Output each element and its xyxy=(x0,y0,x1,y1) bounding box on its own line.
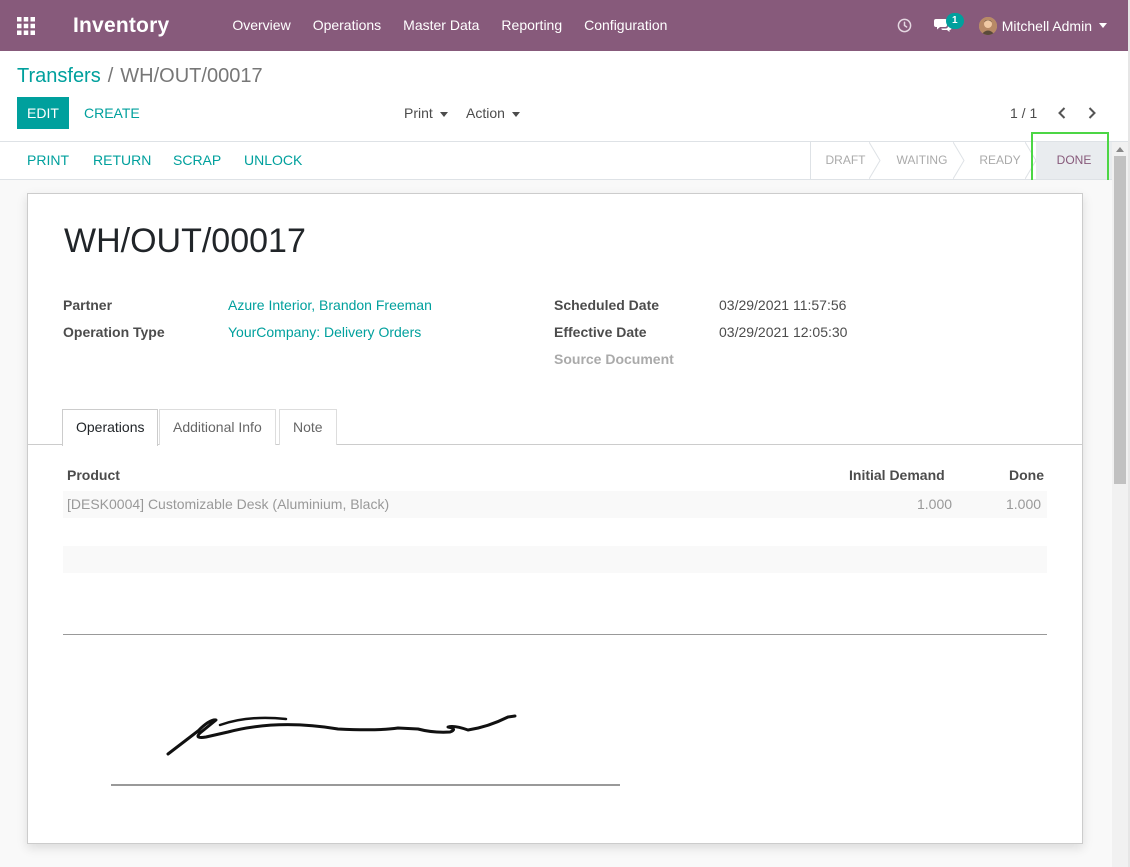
user-caret-icon xyxy=(1099,23,1107,28)
print-caret-icon xyxy=(439,111,448,117)
print-dropdown-label: Print xyxy=(404,105,433,121)
messaging-chat-icon[interactable]: 1 xyxy=(933,0,964,51)
stage-draft-label: DRAFT xyxy=(825,153,866,167)
menu-reporting[interactable]: Reporting xyxy=(490,0,573,51)
edit-button[interactable]: EDIT xyxy=(17,97,69,129)
operations-table-header: Product Initial Demand Done xyxy=(63,459,1047,491)
user-menu[interactable]: Mitchell Admin xyxy=(978,16,1107,35)
form-sheet: WH/OUT/00017 Partner Azure Interior, Bra… xyxy=(27,193,1083,844)
signature-image xyxy=(158,699,518,762)
app-title[interactable]: Inventory xyxy=(73,14,169,38)
source-document-label: Source Document xyxy=(554,351,674,367)
signature-separator xyxy=(63,634,1047,635)
stage-draft[interactable]: DRAFT xyxy=(811,142,881,179)
tab-additional-info[interactable]: Additional Info xyxy=(159,409,276,445)
form-content: WH/OUT/00017 Partner Azure Interior, Bra… xyxy=(0,180,1112,867)
user-avatar xyxy=(978,16,997,35)
user-name: Mitchell Admin xyxy=(1001,17,1092,34)
table-row[interactable]: [DESK0004] Customizable Desk (Aluminium,… xyxy=(63,491,1047,518)
row-done: 1.000 xyxy=(1006,496,1042,512)
effective-date-label: Effective Date xyxy=(554,324,647,340)
breadcrumb-transfers-link[interactable]: Transfers xyxy=(17,65,101,87)
column-initial-demand[interactable]: Initial Demand xyxy=(849,467,945,483)
systray: 1 Mitchell Admin xyxy=(897,0,1128,51)
menu-operations[interactable]: Operations xyxy=(302,0,392,51)
notebook-tabs: Operations Additional Info Note xyxy=(28,409,1083,446)
partner-label: Partner xyxy=(63,297,113,313)
pager-previous-icon[interactable] xyxy=(1052,97,1072,129)
stage-ready[interactable]: READY xyxy=(964,142,1037,179)
menu-configuration[interactable]: Configuration xyxy=(573,0,678,51)
table-empty-row xyxy=(63,546,1047,573)
print-button[interactable]: PRINT xyxy=(27,142,69,179)
operation-type-link[interactable]: YourCompany: Delivery Orders xyxy=(228,324,421,340)
form-statusbar: PRINT RETURN SCRAP UNLOCK DRAFT WAITING … xyxy=(0,142,1112,180)
row-product: [DESK0004] Customizable Desk (Aluminium,… xyxy=(67,496,390,512)
tab-note[interactable]: Note xyxy=(279,409,337,445)
print-dropdown[interactable]: Print xyxy=(404,97,448,129)
action-dropdown-label: Action xyxy=(466,105,505,121)
unlock-button[interactable]: UNLOCK xyxy=(244,142,302,179)
activity-clock-icon[interactable] xyxy=(897,0,912,51)
return-button[interactable]: RETURN xyxy=(93,142,151,179)
menu-overview[interactable]: Overview xyxy=(221,0,301,51)
chat-count-badge: 1 xyxy=(945,13,964,29)
tab-operations[interactable]: Operations xyxy=(62,409,159,446)
column-product[interactable]: Product xyxy=(67,467,120,483)
pager-value[interactable]: 1 / 1 xyxy=(1010,97,1037,129)
action-caret-icon xyxy=(511,111,520,117)
scheduled-date-label: Scheduled Date xyxy=(554,297,660,313)
scheduled-date-value: 03/29/2021 11:57:56 xyxy=(719,297,847,313)
row-initial-demand: 1.000 xyxy=(917,496,953,512)
breadcrumb: Transfers / WH/OUT/00017 xyxy=(17,65,263,88)
partner-link[interactable]: Azure Interior, Brandon Freeman xyxy=(228,297,432,313)
apps-menu-icon[interactable] xyxy=(0,0,52,51)
breadcrumb-current: WH/OUT/00017 xyxy=(120,65,263,87)
pager-next-icon[interactable] xyxy=(1082,97,1102,129)
action-dropdown[interactable]: Action xyxy=(466,97,520,129)
breadcrumb-separator: / xyxy=(107,65,114,87)
scrollbar-thumb[interactable] xyxy=(1114,156,1126,484)
control-panel: Transfers / WH/OUT/00017 EDIT CREATE Print… xyxy=(0,51,1128,142)
create-button[interactable]: CREATE xyxy=(84,97,140,129)
scroll-up-icon[interactable] xyxy=(1112,142,1128,156)
menu-master-data[interactable]: Master Data xyxy=(392,0,490,51)
top-navbar: Inventory Overview Operations Master Dat… xyxy=(0,0,1128,51)
main-menu: Overview Operations Master Data Reportin… xyxy=(221,0,678,51)
column-done[interactable]: Done xyxy=(1009,467,1044,483)
signature-baseline xyxy=(111,784,620,786)
scrap-button[interactable]: SCRAP xyxy=(173,142,221,179)
stage-waiting-label: WAITING xyxy=(896,153,948,167)
effective-date-value: 03/29/2021 12:05:30 xyxy=(719,324,848,340)
operation-type-label: Operation Type xyxy=(63,324,165,340)
stage-ready-label: READY xyxy=(979,153,1021,167)
record-title: WH/OUT/00017 xyxy=(64,222,306,260)
vertical-scrollbar[interactable] xyxy=(1112,142,1128,867)
stage-waiting[interactable]: WAITING xyxy=(880,142,965,179)
